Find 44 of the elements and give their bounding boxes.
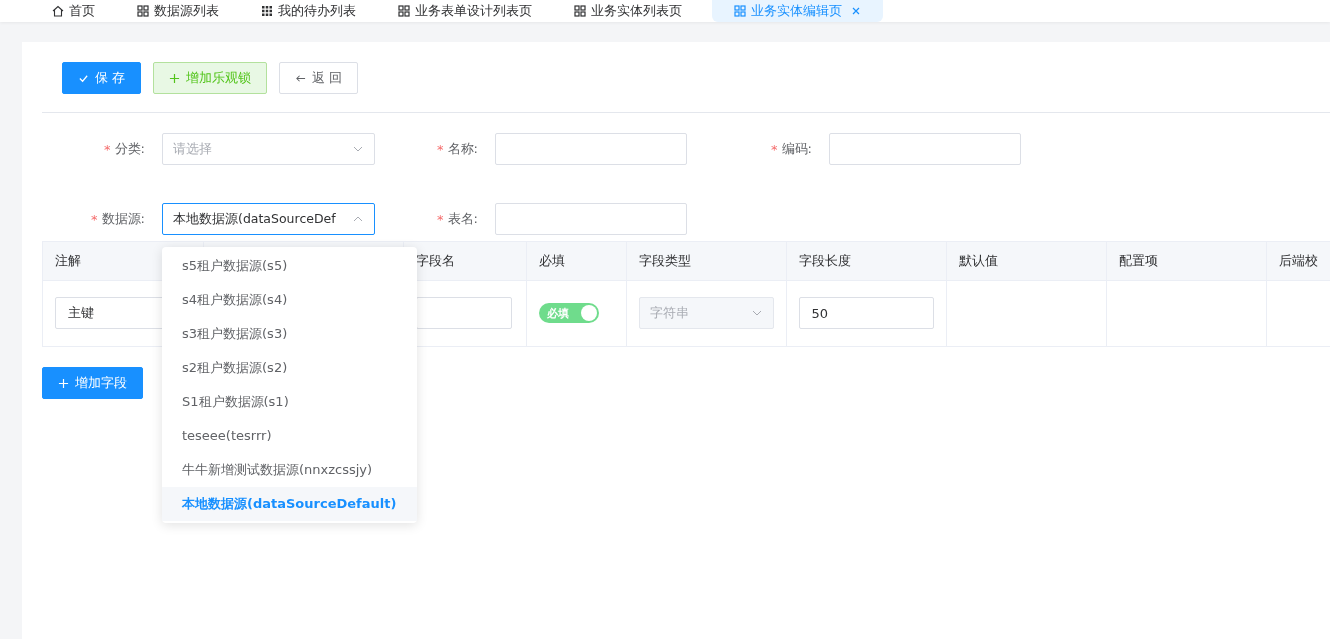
grid-icon — [398, 5, 410, 17]
grid-icon — [574, 5, 586, 17]
column-header: 默认值 — [958, 252, 998, 268]
home-icon — [52, 5, 64, 17]
dropdown-option[interactable]: s2租户数据源(s2) — [162, 351, 417, 385]
dropdown-option[interactable]: 牛牛新增测试数据源(nnxzcssjy) — [162, 453, 417, 487]
tab[interactable]: 数据源列表 — [125, 0, 231, 22]
grid-icon — [734, 5, 746, 17]
select-field[interactable]: 本地数据源(dataSourceDef — [162, 203, 375, 235]
plus-icon — [169, 72, 181, 84]
column-header: 字段长度 — [798, 252, 851, 268]
dropdown-option[interactable]: S1租户数据源(s1) — [162, 385, 417, 419]
field-label: 编码: — [781, 140, 812, 158]
close-icon[interactable] — [851, 6, 861, 16]
column-header: 配置项 — [1118, 252, 1158, 268]
column-header: 字段名 — [415, 252, 455, 268]
grid-icon — [137, 5, 149, 17]
toolbar-button[interactable]: 返 回 — [279, 62, 359, 94]
field-label: 分类: — [114, 140, 145, 158]
column-header: 后端校 — [1278, 252, 1318, 268]
tab[interactable]: 我的待办列表 — [249, 0, 368, 22]
input-field[interactable] — [495, 133, 687, 165]
column-header: 必填 — [538, 252, 565, 268]
plus-icon — [58, 377, 69, 389]
dropdown-option[interactable]: teseee(tesrrr) — [162, 419, 417, 453]
input-field[interactable] — [415, 297, 512, 330]
column-header: 字段类型 — [638, 252, 691, 268]
dots-grid-icon — [261, 5, 273, 17]
required-mark: * — [91, 211, 98, 227]
tab[interactable]: 业务实体列表页 — [562, 0, 694, 22]
required-mark: * — [437, 211, 444, 227]
input-field[interactable] — [495, 203, 687, 235]
field-label: 名称: — [447, 140, 478, 158]
tab[interactable]: 首页 — [40, 0, 107, 22]
field-label: 数据源: — [101, 210, 145, 228]
required-mark: * — [771, 141, 778, 157]
tab[interactable]: 业务表单设计列表页 — [386, 0, 544, 22]
required-mark: * — [104, 141, 111, 157]
input-field[interactable]: 50 — [798, 297, 934, 330]
required-mark: * — [437, 141, 444, 157]
input-field[interactable] — [829, 133, 1021, 165]
dropdown-option[interactable]: s5租户数据源(s5) — [162, 249, 417, 283]
column-header: 注解 — [55, 252, 81, 268]
field-label: 表名: — [447, 210, 478, 228]
